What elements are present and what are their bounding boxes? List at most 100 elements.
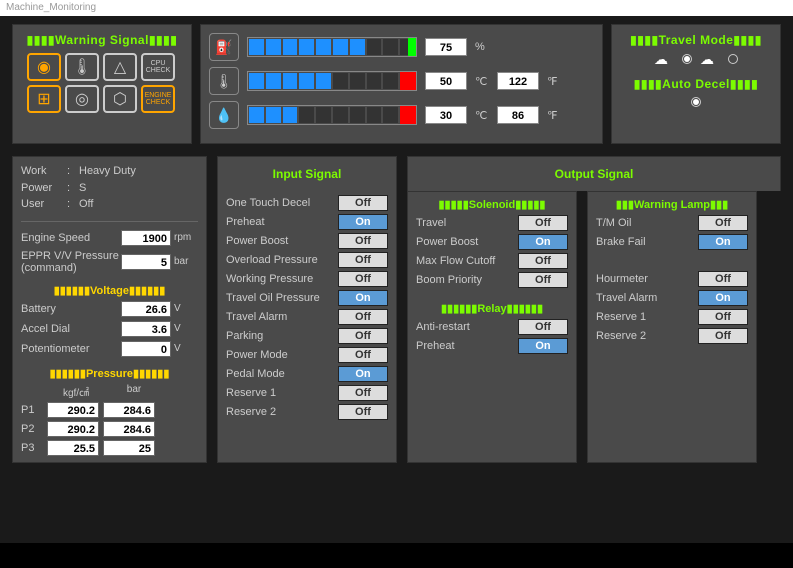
solenoid-label-1: Power Boost: [416, 236, 518, 248]
p2-label: P2: [21, 423, 43, 435]
engine-check-icon[interactable]: ENGINE CHECK: [141, 85, 175, 113]
eppr-label: EPPR V/V Pressure (command): [21, 250, 121, 274]
cpu-check-icon[interactable]: CPU CHECK: [141, 53, 175, 81]
battery-icon[interactable]: ⊞: [27, 85, 61, 113]
input-signal-label-3: Overload Pressure: [226, 254, 338, 266]
p2-bar[interactable]: 284.6: [103, 421, 155, 437]
solenoid-title: ▮▮▮▮▮ Solenoid ▮▮▮▮▮: [416, 198, 568, 211]
window-titlebar: Machine_Monitoring: [0, 0, 793, 16]
power-label: Power: [21, 180, 67, 197]
pressure-col1: kgf/㎠: [47, 384, 105, 399]
warning-lamp-label-1: Brake Fail: [596, 236, 698, 248]
p2-kgf[interactable]: 290.2: [47, 421, 99, 437]
solenoid-relay-column: ▮▮▮▮▮ Solenoid ▮▮▮▮▮ TravelOffPower Boos…: [407, 191, 577, 463]
solenoid-button-2[interactable]: Off: [518, 253, 568, 269]
misc-lamp-button-2[interactable]: Off: [698, 309, 748, 325]
warning-signal-panel: ▮▮▮▮ Warning Signal ▮▮▮▮ ◉ 🌡 △ CPU CHECK…: [12, 24, 192, 144]
engine-oil-icon[interactable]: ◉: [27, 53, 61, 81]
misc-lamp-label-3: Reserve 2: [596, 330, 698, 342]
input-signal-label-2: Power Boost: [226, 235, 338, 247]
p3-label: P3: [21, 442, 43, 454]
input-signal-label-8: Power Mode: [226, 349, 338, 361]
gauges-panel: ⛽ 75 % 🌡 50 ℃ 122: [200, 24, 603, 144]
warning-signal-title: ▮▮▮▮ Warning Signal ▮▮▮▮: [21, 33, 183, 47]
misc-lamp-label-2: Reserve 1: [596, 311, 698, 323]
input-signal-button-7[interactable]: Off: [338, 328, 388, 344]
input-signal-button-8[interactable]: Off: [338, 347, 388, 363]
auto-decel-radios: [620, 97, 772, 107]
fuel-icon: ⛽: [209, 33, 239, 61]
hydraulic-gauge-row: 💧 30 ℃ 86 ℉: [209, 101, 594, 129]
fuel-gauge-row: ⛽ 75 %: [209, 33, 594, 61]
input-signal-label-9: Pedal Mode: [226, 368, 338, 380]
input-signal-button-1[interactable]: On: [338, 214, 388, 230]
travel-mode-slow[interactable]: [682, 54, 692, 64]
p1-kgf[interactable]: 290.2: [47, 402, 99, 418]
travel-mode-radios: ☁ ☁: [620, 53, 772, 65]
input-signal-label-4: Working Pressure: [226, 273, 338, 285]
p1-bar[interactable]: 284.6: [103, 402, 155, 418]
battery-label: Battery: [21, 303, 121, 315]
engine-speed-label: Engine Speed: [21, 232, 121, 244]
battery-input[interactable]: 26.6: [121, 301, 171, 317]
modes-panel: ▮▮▮▮ Travel Mode ▮▮▮▮ ☁ ☁ ▮▮▮▮ Auto Dece…: [611, 24, 781, 144]
input-signal-label-11: Reserve 2: [226, 406, 338, 418]
coolant-c-value: 50: [425, 72, 467, 90]
warning-lamp-title: ▮▮▮ Warning Lamp ▮▮▮: [596, 198, 748, 211]
warning-lamp-button-1[interactable]: On: [698, 234, 748, 250]
p3-bar[interactable]: 25: [103, 440, 155, 456]
input-signal-button-9[interactable]: On: [338, 366, 388, 382]
fuel-unit: %: [475, 41, 489, 53]
air-filter-icon[interactable]: ◎: [65, 85, 99, 113]
warning-lamp-column: ▮▮▮ Warning Lamp ▮▮▮ T/M OilOffBrake Fai…: [587, 191, 757, 463]
coolant-temp-icon: 🌡: [209, 67, 239, 95]
warning-lamp-button-0[interactable]: Off: [698, 215, 748, 231]
pot-label: Potentiometer: [21, 343, 121, 355]
voltage-title: ▮▮▮▮▮▮ Voltage ▮▮▮▮▮▮: [21, 284, 198, 297]
input-signal-button-4[interactable]: Off: [338, 271, 388, 287]
input-signal-button-10[interactable]: Off: [338, 385, 388, 401]
solenoid-button-0[interactable]: Off: [518, 215, 568, 231]
misc-lamp-button-3[interactable]: Off: [698, 328, 748, 344]
input-signal-button-11[interactable]: Off: [338, 404, 388, 420]
relay-title: ▮▮▮▮▮▮ Relay ▮▮▮▮▮▮: [416, 302, 568, 315]
travel-mode-title: ▮▮▮▮ Travel Mode ▮▮▮▮: [620, 33, 772, 47]
p1-label: P1: [21, 404, 43, 416]
work-value: Heavy Duty: [79, 163, 136, 180]
input-signal-label-1: Preheat: [226, 216, 338, 228]
misc-lamp-label-1: Travel Alarm: [596, 292, 698, 304]
hydraulic-oil-icon[interactable]: ⬡: [103, 85, 137, 113]
solenoid-button-1[interactable]: On: [518, 234, 568, 250]
input-signal-button-5[interactable]: On: [338, 290, 388, 306]
p3-kgf[interactable]: 25.5: [47, 440, 99, 456]
misc-lamp-button-0[interactable]: Off: [698, 271, 748, 287]
relay-button-1[interactable]: On: [518, 338, 568, 354]
auto-decel-title: ▮▮▮▮ Auto Decel ▮▮▮▮: [620, 77, 772, 91]
solenoid-button-3[interactable]: Off: [518, 272, 568, 288]
misc-lamp-button-1[interactable]: On: [698, 290, 748, 306]
hydraulic-temp-icon[interactable]: △: [103, 53, 137, 81]
turtle-icon: ☁: [654, 53, 674, 65]
solenoid-label-0: Travel: [416, 217, 518, 229]
power-value: S: [79, 180, 86, 197]
input-signal-column: Input Signal One Touch DecelOffPreheatOn…: [217, 156, 397, 463]
eppr-input[interactable]: 5: [121, 254, 171, 270]
pressure-title: ▮▮▮▮▮▮ Pressure ▮▮▮▮▮▮: [21, 367, 198, 380]
input-signal-button-3[interactable]: Off: [338, 252, 388, 268]
relay-button-0[interactable]: Off: [518, 319, 568, 335]
auto-decel-radio[interactable]: [691, 97, 701, 107]
input-signal-button-0[interactable]: Off: [338, 195, 388, 211]
pot-input[interactable]: 0: [121, 341, 171, 357]
relay-label-0: Anti-restart: [416, 321, 518, 333]
user-label: User: [21, 196, 67, 213]
hydraulic-bar: [247, 105, 417, 125]
input-signal-button-2[interactable]: Off: [338, 233, 388, 249]
pressure-col2: bar: [105, 384, 163, 399]
coolant-icon[interactable]: 🌡: [65, 53, 99, 81]
engine-speed-input[interactable]: 1900: [121, 230, 171, 246]
fuel-bar: [247, 37, 417, 57]
status-column: Work:Heavy Duty Power:S User:Off Engine …: [12, 156, 207, 463]
travel-mode-fast[interactable]: [728, 54, 738, 64]
accel-input[interactable]: 3.6: [121, 321, 171, 337]
input-signal-button-6[interactable]: Off: [338, 309, 388, 325]
